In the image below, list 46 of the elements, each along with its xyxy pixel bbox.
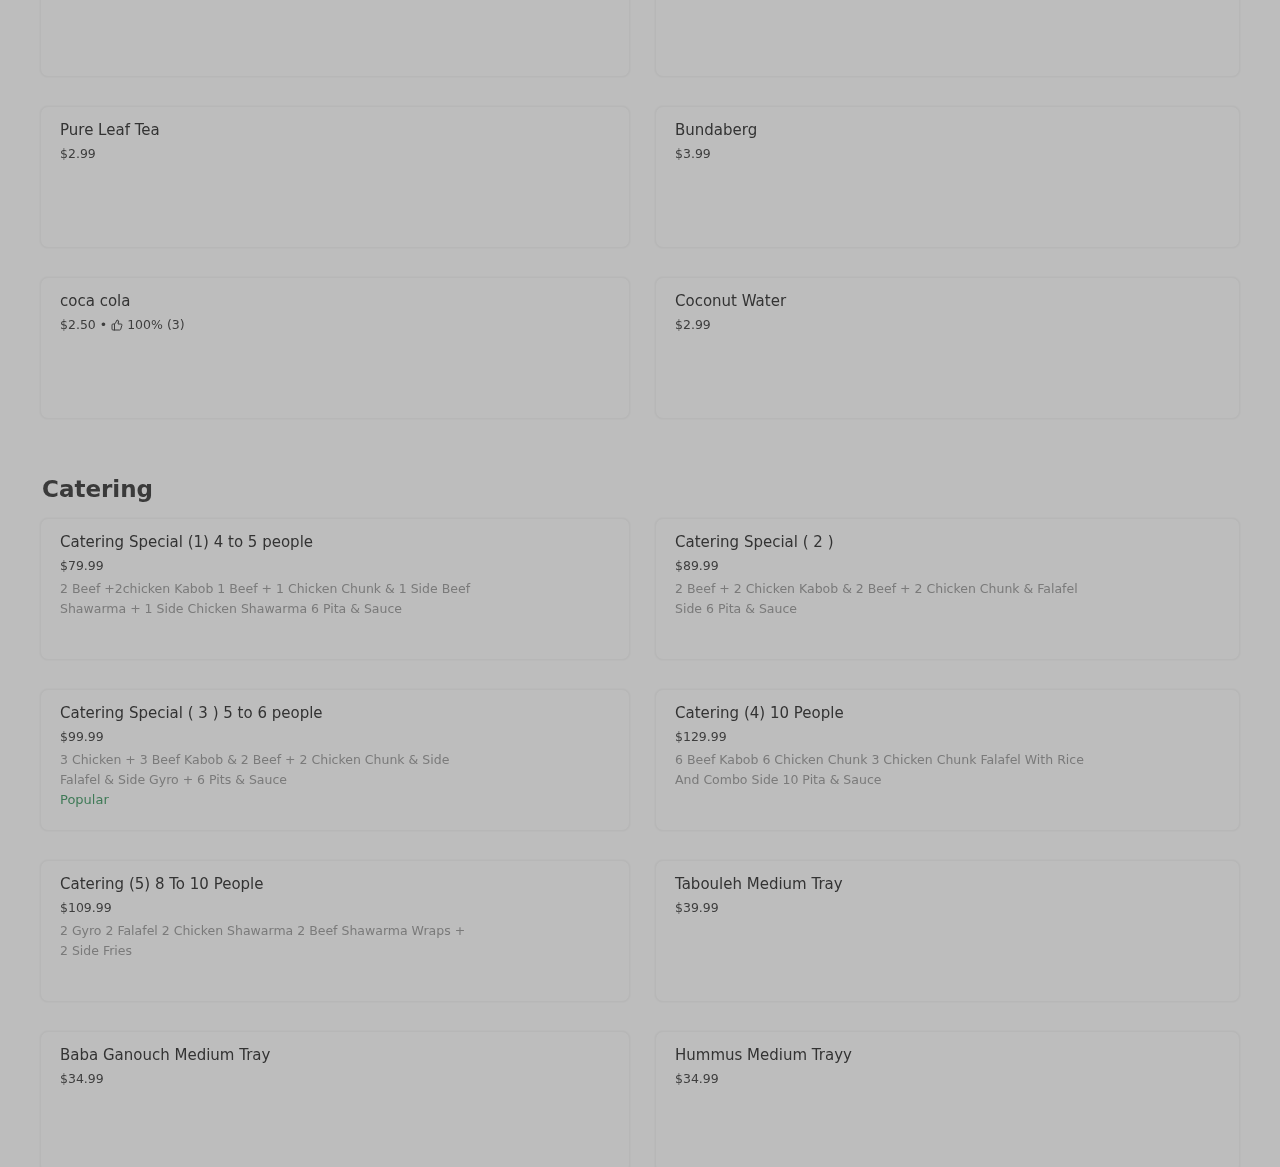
separator-dot: • bbox=[99, 317, 108, 332]
item-price: $39.99 bbox=[675, 900, 719, 915]
item-price: $79.99 bbox=[60, 558, 104, 573]
menu-item-card[interactable]: Catering Special ( 3 ) 5 to 6 people $99.99 3 Chicken + 3 Beef Kabob & 2 Beef + 2 Chicken Chunk & Side Falafel & Side Gyro + 6 Pits & Sauce Popular bbox=[40, 689, 630, 831]
item-name: Coconut Water bbox=[675, 292, 787, 310]
item-name: Bundaberg bbox=[675, 121, 758, 139]
item-price: $3.99 bbox=[675, 146, 711, 161]
item-price: $109.99 bbox=[60, 900, 112, 915]
menu-item-card[interactable]: Baba Ganouch Medium Tray $34.99 bbox=[40, 1031, 630, 1167]
menu-item-card[interactable]: Tabouleh Medium Tray $39.99 bbox=[655, 860, 1240, 1002]
item-name: Baba Ganouch Medium Tray bbox=[60, 1046, 271, 1064]
item-price: $129.99 bbox=[675, 729, 727, 744]
item-name: Hummus Medium Trayy bbox=[675, 1046, 852, 1064]
item-name: Catering (4) 10 People bbox=[675, 704, 844, 722]
item-name: Catering Special ( 2 ) bbox=[675, 533, 834, 551]
item-name: Catering (5) 8 To 10 People bbox=[60, 875, 264, 893]
item-price: $34.99 bbox=[60, 1071, 104, 1086]
item-price: $89.99 bbox=[675, 558, 719, 573]
thumbs-up-icon bbox=[111, 318, 124, 331]
item-price: $2.50 bbox=[60, 317, 96, 332]
menu-item-card[interactable]: Coconut Water $2.99 bbox=[655, 277, 1240, 419]
item-price: $2.99 bbox=[60, 146, 96, 161]
item-price: $34.99 bbox=[675, 1071, 719, 1086]
item-name: Catering Special ( 3 ) 5 to 6 people bbox=[60, 704, 323, 722]
item-rating: 100% (3) bbox=[127, 317, 185, 332]
menu-item-card[interactable]: Catering Special ( 2 ) $89.99 2 Beef + 2 Chicken Kabob & 2 Beef + 2 Chicken Chunk & Falafel Side 6 Pita & Sauce bbox=[655, 518, 1240, 660]
item-description: 6 Beef Kabob 6 Chicken Chunk 3 Chicken Chunk Falafel With Rice And Combo Side 10 Pita & Sauce bbox=[675, 751, 1085, 789]
item-name: coca cola bbox=[60, 292, 131, 310]
menu-item-card[interactable]: Bundaberg $3.99 bbox=[655, 106, 1240, 248]
menu-item-card[interactable]: Hummus Medium Trayy $34.99 bbox=[655, 1031, 1240, 1167]
item-price: $2.99 bbox=[675, 317, 711, 332]
item-price: $99.99 bbox=[60, 729, 104, 744]
item-description: 3 Chicken + 3 Beef Kabob & 2 Beef + 2 Chicken Chunk & Side Falafel & Side Gyro + 6 Pits & Sauce bbox=[60, 751, 451, 789]
item-description: 2 Beef + 2 Chicken Kabob & 2 Beef + 2 Chicken Chunk & Falafel Side 6 Pita & Sauce bbox=[675, 580, 1079, 618]
menu-item-card[interactable]: Catering Special (1) 4 to 5 people $79.99 2 Beef +2chicken Kabob 1 Beef + 1 Chicken Chunk & 1 Side Beef Shawarma + 1 Side Chicken Shawarma 6 Pita & Sauce bbox=[40, 518, 630, 660]
item-name: Tabouleh Medium Tray bbox=[675, 875, 843, 893]
menu-item-card[interactable]: Catering (4) 10 People $129.99 6 Beef Kabob 6 Chicken Chunk 3 Chicken Chunk Falafel With Rice And Combo Side 10 Pita & Sauce bbox=[655, 689, 1240, 831]
item-name: Catering Special (1) 4 to 5 people bbox=[60, 533, 314, 551]
item-description: 2 Beef +2chicken Kabob 1 Beef + 1 Chicken Chunk & 1 Side Beef Shawarma + 1 Side Chicken Shawarma 6 Pita & Sauce bbox=[60, 580, 472, 618]
popular-label: Popular bbox=[60, 792, 109, 807]
menu-item-card[interactable]: Catering (5) 8 To 10 People $109.99 2 Gyro 2 Falafel 2 Chicken Shawarma 2 Beef Shawarma Wraps + 2 Side Fries bbox=[40, 860, 630, 1002]
section-heading: Catering bbox=[42, 476, 154, 502]
menu-item-card[interactable]: Pure Leaf Tea $2.99 bbox=[40, 106, 630, 248]
item-description: 2 Gyro 2 Falafel 2 Chicken Shawarma 2 Beef Shawarma Wraps + 2 Side Fries bbox=[60, 922, 467, 960]
item-name: Pure Leaf Tea bbox=[60, 121, 160, 139]
menu-item-card[interactable]: coca cola $2.50 • 100% (3) bbox=[40, 277, 630, 419]
